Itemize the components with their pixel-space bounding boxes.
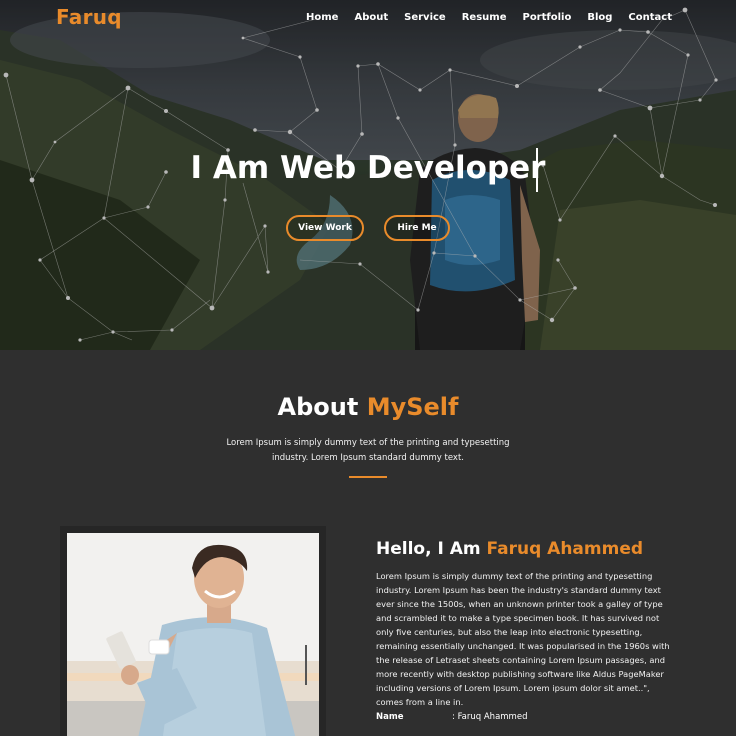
- hero-title: I Am Web Developer: [190, 150, 546, 186]
- typing-cursor: [536, 148, 538, 192]
- info-name-value: : Faruq Ahammed: [452, 712, 528, 722]
- profile-photo-illustration: [67, 533, 319, 736]
- nav-home[interactable]: Home: [290, 12, 338, 23]
- hello-heading: Hello, I Am Faruq Ahammed: [376, 539, 643, 559]
- about-heading-accent: MySelf: [366, 393, 459, 421]
- hero-section: Faruq Home About Service Resume Portfoli…: [0, 0, 736, 350]
- nav-blog[interactable]: Blog: [571, 12, 612, 23]
- site-logo[interactable]: Faruq: [56, 5, 122, 29]
- hero-buttons: View Work Hire Me: [0, 215, 736, 241]
- nav-service[interactable]: Service: [388, 12, 446, 23]
- view-work-button[interactable]: View Work: [286, 215, 364, 241]
- profile-photo: [67, 533, 319, 736]
- hello-prefix: Hello, I Am: [376, 539, 481, 559]
- main-nav: Home About Service Resume Portfolio Blog…: [290, 12, 672, 23]
- nav-portfolio[interactable]: Portfolio: [506, 12, 571, 23]
- about-heading-main: About: [277, 393, 359, 421]
- about-subtitle: Lorem Ipsum is simply dummy text of the …: [226, 438, 510, 463]
- hello-name: Faruq Ahammed: [486, 539, 644, 559]
- nav-about[interactable]: About: [338, 12, 388, 23]
- section-divider: [349, 476, 387, 478]
- bio-text: Lorem Ipsum is simply dummy text of the …: [376, 571, 670, 707]
- about-heading: About MySelf: [0, 393, 736, 421]
- nav-contact[interactable]: Contact: [612, 12, 672, 23]
- info-name-label: Name: [376, 712, 404, 722]
- hire-me-button[interactable]: Hire Me: [384, 215, 450, 241]
- nav-resume[interactable]: Resume: [446, 12, 507, 23]
